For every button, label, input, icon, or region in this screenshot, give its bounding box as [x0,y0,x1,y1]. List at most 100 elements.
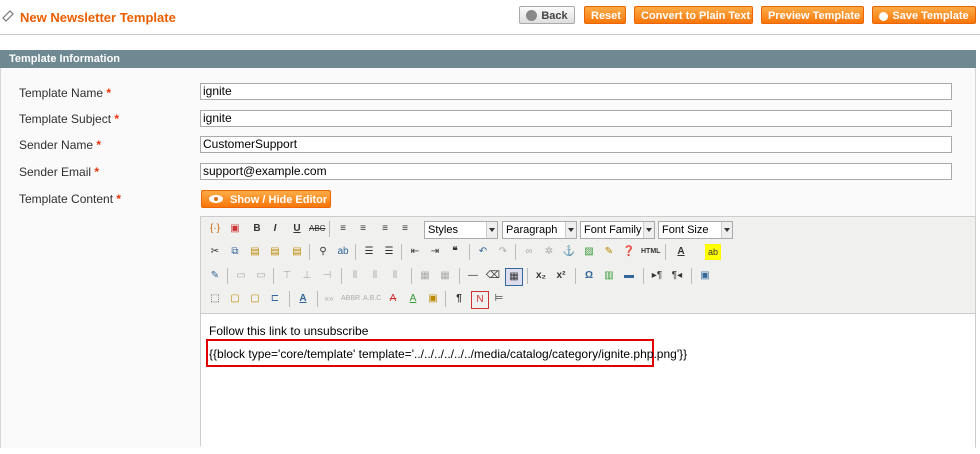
link-icon[interactable]: ∞ [521,244,537,260]
table-icon[interactable]: ▦ [505,268,523,286]
rtl-icon[interactable]: ¶◂ [669,268,685,284]
find-icon[interactable]: ⚲ [315,244,331,260]
replace-icon[interactable]: ab [335,244,351,260]
align-justify-icon[interactable]: ≡ [397,221,413,237]
toolbar-separator [575,268,576,284]
editor-content-area[interactable]: Follow this link to unsubscribe {{block … [201,313,975,454]
save-check-icon [879,12,889,21]
cleanup-icon[interactable]: ✎ [601,244,617,260]
undo-icon[interactable]: ↶ [475,244,491,260]
outdent-icon[interactable]: ⇤ [407,244,423,260]
nonbreaking-icon[interactable]: N [471,291,489,309]
insert-layer-icon[interactable]: ▭ [233,268,249,284]
delete-row-icon[interactable]: ⊣ [319,268,335,284]
help-icon[interactable]: ❓ [621,244,637,260]
back-arrow-icon [526,10,538,21]
special-char-icon[interactable]: Ω [581,268,597,284]
insert-div-icon[interactable]: ⬚ [207,291,223,307]
merge-cells-icon[interactable]: ▦ [437,268,453,284]
sender-email-input[interactable]: support@example.com [200,163,952,180]
bullet-list-icon[interactable]: ☰ [361,244,377,260]
toolbar-separator [411,268,412,284]
toolbar-separator [515,244,516,260]
cut-icon[interactable]: ✂ [207,244,223,260]
underline-icon[interactable]: U [289,221,305,237]
image-icon[interactable]: ▨ [581,244,597,260]
wysiwyg-editor: {·} ▣ B I U ABC ≡ ≡ ≡ ≡ Styles Paragraph… [200,216,976,454]
delete-col-icon[interactable]: ⫴ [387,268,403,284]
attribs-icon[interactable]: ▢ [247,291,263,307]
align-left-icon[interactable]: ≡ [335,221,351,237]
show-blocks-icon[interactable]: ¶ [451,291,467,307]
toolbar-separator [341,268,342,284]
row-after-icon[interactable]: ⊥ [299,268,315,284]
convert-plain-text-button[interactable]: Convert to Plain Text [634,6,753,24]
font-size-dropdown[interactable]: Font Size [658,221,733,239]
paste-icon[interactable]: ▤ [247,244,263,260]
blockquote-icon[interactable]: ❝ [447,244,463,260]
show-hide-editor-button[interactable]: Show / Hide Editor [201,190,331,208]
template-subject-label: Template Subject * [19,112,120,126]
highlight-color-icon[interactable]: ab [705,244,721,260]
toolbar-separator [289,291,290,307]
align-right-icon[interactable]: ≡ [377,221,393,237]
back-button[interactable]: Back [519,6,575,24]
unlink-icon[interactable]: ✲ [541,244,557,260]
edit-css-icon[interactable]: ✎ [207,268,223,284]
template-subject-input[interactable]: ignite [200,110,952,127]
save-template-button[interactable]: Save Template [872,6,976,24]
unsubscribe-text: Follow this link to unsubscribe [209,324,369,338]
indent-icon[interactable]: ⇥ [427,244,443,260]
html-source-icon[interactable]: HTML [641,244,660,260]
redo-icon[interactable]: ↷ [495,244,511,260]
paste-word-icon[interactable]: ▤ [289,244,305,260]
ins-icon[interactable]: A [405,291,421,307]
quote-icon[interactable]: «» [321,291,337,307]
sender-email-label: Sender Email * [19,165,100,179]
split-cells-icon[interactable]: ▦ [417,268,433,284]
absolute-icon[interactable]: ⊏ [267,291,283,307]
numbered-list-icon[interactable]: ☰ [381,244,397,260]
col-after-icon[interactable]: ⫴ [367,268,383,284]
preview-template-button[interactable]: Preview Template [761,6,864,24]
cite-icon[interactable]: A [295,291,311,307]
paragraph-dropdown[interactable]: Paragraph [502,221,577,239]
bold-icon[interactable]: B [249,221,265,237]
layer-props-icon[interactable]: ▭ [253,268,269,284]
toolbar-separator [401,244,402,260]
row-before-icon[interactable]: ⊤ [279,268,295,284]
image-insert-icon[interactable]: ▣ [227,221,243,237]
col-before-icon[interactable]: ⫴ [347,268,363,284]
del-icon[interactable]: A [385,291,401,307]
reset-button[interactable]: Reset [584,6,626,24]
paste-text-icon[interactable]: ▤ [267,244,283,260]
font-family-dropdown[interactable]: Font Family [580,221,655,239]
fullscreen-icon[interactable]: ▣ [697,268,713,284]
toolbar-separator [309,244,310,260]
template-icon[interactable]: ▣ [425,291,441,307]
subscript-icon[interactable]: x₂ [533,268,549,284]
ltr-icon[interactable]: ▸¶ [649,268,665,284]
italic-icon[interactable]: I [267,221,283,237]
style-props-icon[interactable]: ▢ [227,291,243,307]
copy-icon[interactable]: ⧉ [227,244,243,260]
sender-name-label: Sender Name * [19,138,102,152]
align-center-icon[interactable]: ≡ [355,221,371,237]
horizontal-rule-icon[interactable]: — [465,268,481,284]
remove-format-icon[interactable]: ⌫ [485,268,501,284]
text-color-icon[interactable]: A [673,244,689,260]
page-break-icon[interactable]: ⊨ [491,291,507,307]
styles-dropdown[interactable]: Styles [424,221,498,239]
strikethrough-icon[interactable]: ABC [309,221,325,237]
advanced-hr-icon[interactable]: ▬ [621,268,637,284]
abbr-icon[interactable]: ABBR [341,291,360,307]
acronym-icon[interactable]: A.B.C [363,291,381,307]
superscript-icon[interactable]: x² [553,268,569,284]
toolbar-separator [227,268,228,284]
widget-icon[interactable]: {·} [207,221,223,237]
page-header: New Newsletter Template Back Reset Conve… [0,0,980,34]
sender-name-input[interactable]: CustomerSupport [200,136,952,153]
template-name-input[interactable]: ignite [200,83,952,100]
anchor-icon[interactable]: ⚓ [561,244,577,260]
media-icon[interactable]: ▥ [601,268,617,284]
